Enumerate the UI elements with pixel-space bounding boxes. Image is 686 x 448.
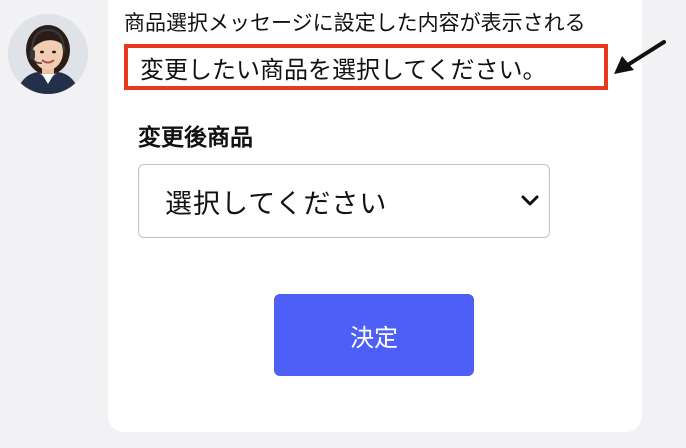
select-value: 選択してください (165, 188, 388, 220)
annotation-caption: 商品選択メッセージに設定した内容が表示される (124, 11, 586, 35)
highlighted-message: 変更したい商品を選択してください。 (124, 44, 608, 90)
chat-screen: 商品選択メッセージに設定した内容が表示される 変更したい商品を選択してください。… (0, 0, 686, 448)
product-select-message: 変更したい商品を選択してください。 (140, 55, 547, 84)
chevron-down-icon (521, 195, 539, 206)
product-select[interactable]: 選択してください (138, 164, 550, 238)
field-label: 変更後商品 (138, 125, 253, 151)
submit-button[interactable]: 決定 (274, 294, 474, 376)
operator-avatar-image (8, 14, 88, 94)
pointer-arrow-icon (614, 40, 666, 74)
avatar (8, 14, 88, 94)
